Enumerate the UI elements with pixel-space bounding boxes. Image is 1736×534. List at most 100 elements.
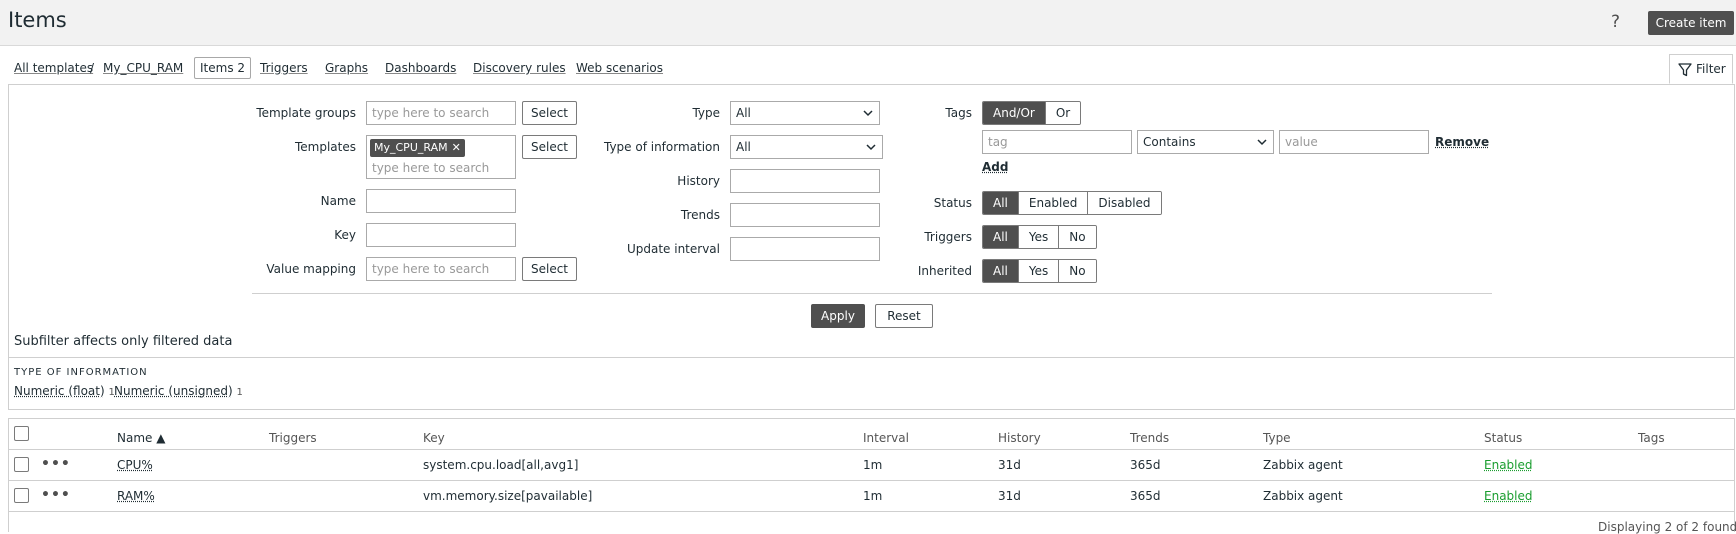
more-actions-icon[interactable]: ••• — [41, 488, 71, 502]
table-row: ••• RAM% vm.memory.size[pavailable] 1m 3… — [9, 480, 1734, 511]
subfilter-numeric-float[interactable]: Numeric (float) — [14, 384, 105, 398]
column-header-interval[interactable]: Interval — [863, 431, 909, 445]
filter-tab-label: Filter — [1696, 62, 1726, 76]
filter-tab[interactable]: Filter — [1669, 54, 1733, 84]
tab-discovery-rules[interactable]: Discovery rules — [473, 61, 566, 75]
update-interval-input[interactable] — [730, 237, 880, 261]
inherited-toggle: All Yes No — [982, 259, 1097, 283]
template-chip: My_CPU_RAM ✕ — [370, 139, 465, 157]
subfilter-item: Numeric (float) 1 — [14, 384, 115, 398]
remove-tag-link[interactable]: Remove — [1435, 135, 1489, 149]
more-actions-icon[interactable]: ••• — [41, 457, 71, 471]
column-header-status[interactable]: Status — [1484, 431, 1522, 445]
template-groups-select-button[interactable]: Select — [522, 101, 577, 125]
triggers-filter-label: Triggers — [924, 230, 972, 244]
column-header-name[interactable]: Name ▲ — [117, 431, 165, 445]
trends-label: Trends — [680, 208, 720, 222]
item-status-toggle[interactable]: Enabled — [1484, 458, 1533, 472]
status-toggle: All Enabled Disabled — [982, 191, 1162, 215]
name-input[interactable] — [366, 189, 516, 213]
filter-icon — [1678, 63, 1692, 77]
trends-input[interactable] — [730, 203, 880, 227]
help-icon[interactable]: ? — [1611, 12, 1620, 32]
reset-button[interactable]: Reset — [875, 304, 933, 328]
item-key: system.cpu.load[all,avg1] — [423, 458, 579, 472]
tab-dashboards[interactable]: Dashboards — [385, 61, 456, 75]
column-header-key[interactable]: Key — [423, 431, 445, 445]
templates-multiselect[interactable]: My_CPU_RAM ✕ type here to search — [366, 135, 516, 179]
chevron-down-icon — [1257, 139, 1267, 146]
breadcrumb-all-templates[interactable]: All templates — [14, 61, 93, 75]
breadcrumb-separator: / — [90, 61, 95, 75]
subfilter-type-info-title: TYPE OF INFORMATION — [14, 367, 148, 378]
tab-triggers[interactable]: Triggers — [260, 61, 308, 75]
item-key: vm.memory.size[pavailable] — [423, 489, 593, 503]
type-of-information-select[interactable]: All — [730, 135, 883, 159]
row-checkbox[interactable] — [14, 488, 29, 503]
item-type: Zabbix agent — [1263, 489, 1343, 503]
item-trends: 365d — [1130, 489, 1161, 503]
chip-remove-icon[interactable]: ✕ — [452, 141, 461, 154]
column-header-type[interactable]: Type — [1263, 431, 1291, 445]
column-header-trends[interactable]: Trends — [1130, 431, 1169, 445]
tab-items[interactable]: Items 2 — [194, 57, 252, 79]
inherited-yes-option[interactable]: Yes — [1017, 260, 1059, 282]
value-mapping-select-button[interactable]: Select — [522, 257, 577, 281]
triggers-all-option[interactable]: All — [983, 226, 1018, 248]
tab-graphs[interactable]: Graphs — [325, 61, 368, 75]
subfilter-count: 1 — [236, 387, 243, 398]
templates-select-button[interactable]: Select — [522, 135, 577, 159]
key-input[interactable] — [366, 223, 516, 247]
select-all-checkbox[interactable] — [14, 426, 29, 441]
update-interval-label: Update interval — [626, 242, 720, 256]
templates-label: Templates — [294, 140, 356, 154]
history-input[interactable] — [730, 169, 880, 193]
filter-divider — [252, 293, 1492, 294]
row-checkbox[interactable] — [14, 457, 29, 472]
tag-value-input[interactable]: value — [1279, 130, 1429, 154]
table-row: ••• CPU% system.cpu.load[all,avg1] 1m 31… — [9, 449, 1734, 480]
apply-button[interactable]: Apply — [811, 304, 865, 328]
inherited-all-option[interactable]: All — [983, 260, 1018, 282]
item-interval: 1m — [863, 458, 883, 472]
create-item-button[interactable]: Create item — [1648, 11, 1734, 35]
column-header-tags: Tags — [1638, 431, 1665, 445]
tags-andor-option[interactable]: And/Or — [983, 102, 1045, 124]
breadcrumb-template[interactable]: My_CPU_RAM — [103, 61, 183, 75]
table-bottom-border — [9, 511, 1734, 512]
column-header-history[interactable]: History — [998, 431, 1041, 445]
chevron-down-icon — [866, 144, 876, 151]
value-mapping-input[interactable]: type here to search — [366, 257, 516, 281]
item-interval: 1m — [863, 489, 883, 503]
tags-label: Tags — [945, 106, 972, 120]
tag-operator-select[interactable]: Contains — [1137, 130, 1274, 154]
type-of-information-value: All — [736, 140, 751, 154]
value-mapping-label: Value mapping — [266, 262, 356, 276]
tag-input[interactable]: tag — [982, 130, 1132, 154]
type-select[interactable]: All — [730, 101, 880, 125]
chevron-down-icon — [863, 110, 873, 117]
item-status-toggle[interactable]: Enabled — [1484, 489, 1533, 503]
breadcrumb: All templates / My_CPU_RAM Items 2 Trigg… — [0, 56, 900, 82]
triggers-no-option[interactable]: No — [1058, 226, 1096, 248]
tags-evaltype-toggle: And/Or Or — [982, 101, 1082, 125]
subfilter-numeric-unsigned[interactable]: Numeric (unsigned) — [114, 384, 233, 398]
templates-search-placeholder: type here to search — [372, 161, 490, 175]
item-history: 31d — [998, 458, 1021, 472]
tags-or-option[interactable]: Or — [1044, 102, 1081, 124]
tab-web-scenarios[interactable]: Web scenarios — [576, 61, 663, 75]
status-disabled-option[interactable]: Disabled — [1087, 192, 1161, 214]
item-history: 31d — [998, 489, 1021, 503]
inherited-no-option[interactable]: No — [1058, 260, 1096, 282]
status-enabled-option[interactable]: Enabled — [1017, 192, 1088, 214]
item-name-link[interactable]: RAM% — [117, 489, 155, 503]
type-of-information-label: Type of information — [603, 140, 720, 154]
item-name-link[interactable]: CPU% — [117, 458, 153, 472]
add-tag-link[interactable]: Add — [982, 160, 1008, 174]
subfilter-title: Subfilter affects only filtered data — [14, 334, 233, 349]
template-groups-input[interactable]: type here to search — [366, 101, 516, 125]
key-label: Key — [334, 228, 356, 242]
triggers-yes-option[interactable]: Yes — [1017, 226, 1059, 248]
inherited-label: Inherited — [917, 264, 972, 278]
status-all-option[interactable]: All — [983, 192, 1018, 214]
